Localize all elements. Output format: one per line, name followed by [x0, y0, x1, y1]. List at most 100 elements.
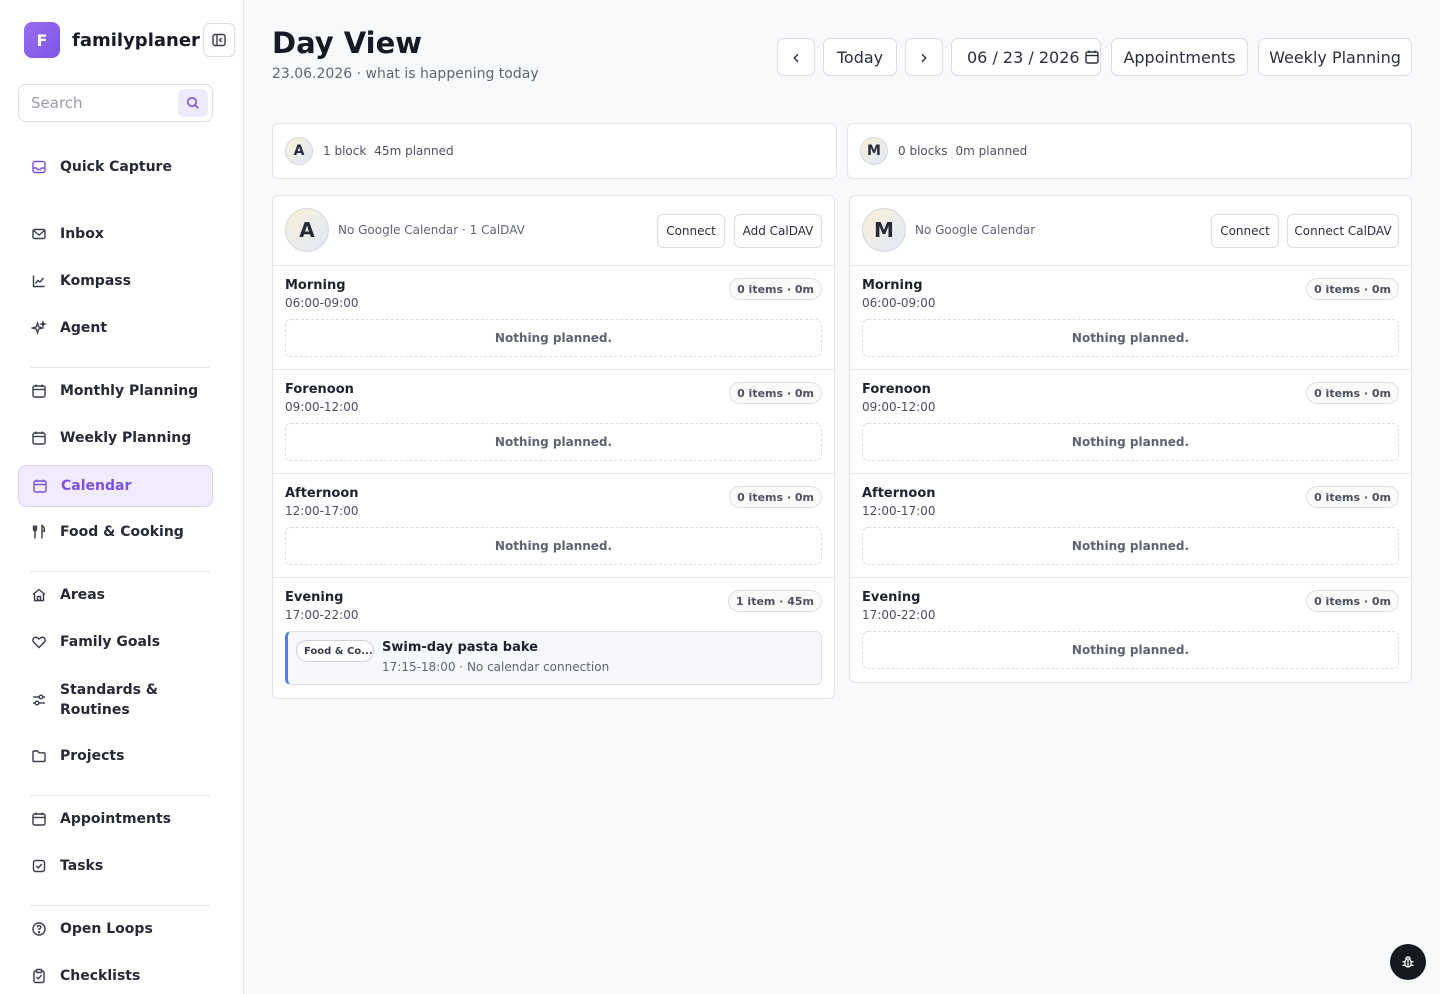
- date-picker[interactable]: 06 / 23 / 2026: [951, 38, 1101, 76]
- slot-time: 12:00-17:00: [285, 504, 359, 518]
- nav-calendar[interactable]: Calendar: [18, 465, 213, 507]
- slot-time: 09:00-12:00: [862, 400, 936, 414]
- question-circle-icon: [30, 920, 48, 938]
- connect-button[interactable]: Connect: [657, 214, 725, 248]
- sidebar-collapse-icon: [212, 33, 226, 47]
- nav-label: Appointments: [60, 811, 172, 827]
- slot-count-badge: 0 items · 0m: [729, 278, 822, 300]
- nav-kompass[interactable]: Kompass: [18, 260, 213, 302]
- time-slot-afternoon: Afternoon 12:00-17:00 0 items · 0m Nothi…: [273, 474, 834, 578]
- slot-count-badge: 0 items · 0m: [1306, 486, 1399, 508]
- column-header: A No Google Calendar · 1 CalDAV Connect …: [273, 196, 834, 266]
- slot-time: 17:00-22:00: [862, 608, 936, 622]
- person-summary-card: M 0 blocks 0m planned: [847, 123, 1412, 179]
- nav-tasks[interactable]: Tasks: [18, 845, 213, 887]
- heart-icon: [30, 633, 48, 651]
- slot-time: 09:00-12:00: [285, 400, 359, 414]
- empty-slot[interactable]: Nothing planned.: [862, 319, 1399, 357]
- time-slot-morning: Morning 06:00-09:00 0 items · 0m Nothing…: [273, 266, 834, 370]
- slot-count-badge: 0 items · 0m: [729, 486, 822, 508]
- search-input[interactable]: [19, 85, 177, 121]
- sidebar: F familyplaner Quick Capture Inbox Kompa…: [0, 0, 244, 994]
- connect-caldav-button[interactable]: Connect CalDAV: [1287, 214, 1399, 248]
- nav-agent[interactable]: Agent: [18, 307, 213, 349]
- nav-quick-capture[interactable]: Quick Capture: [18, 146, 213, 188]
- empty-slot[interactable]: Nothing planned.: [862, 527, 1399, 565]
- summary-stats: 0 blocks 0m planned: [898, 144, 1027, 158]
- nav-label: Monthly Planning: [60, 383, 199, 399]
- calendar-icon: [30, 382, 48, 400]
- avatar: M: [862, 208, 906, 252]
- avatar: A: [285, 208, 329, 252]
- empty-slot[interactable]: Nothing planned.: [862, 631, 1399, 669]
- connect-button[interactable]: Connect: [1211, 214, 1279, 248]
- nav-divider: [30, 905, 210, 906]
- event-card[interactable]: Food & Co... Swim-day pasta bake 17:15-1…: [285, 631, 822, 685]
- inbox-tray-icon: [30, 158, 48, 176]
- utensils-icon: [30, 523, 48, 541]
- nav-weekly-planning[interactable]: Weekly Planning: [18, 417, 213, 459]
- search-icon: [187, 97, 199, 109]
- nav-label: Inbox: [60, 226, 104, 242]
- nav-label: Quick Capture: [60, 159, 172, 175]
- appointments-button[interactable]: Appointments: [1111, 38, 1248, 76]
- time-slot-morning: Morning 06:00-09:00 0 items · 0m Nothing…: [850, 266, 1411, 370]
- slot-name: Afternoon: [285, 486, 359, 501]
- nav-label: Areas: [60, 587, 106, 603]
- summary-stats: 1 block 45m planned: [323, 144, 454, 158]
- nav-label: Weekly Planning: [60, 430, 192, 446]
- slot-count-badge: 0 items · 0m: [1306, 590, 1399, 612]
- nav-areas[interactable]: Areas: [18, 574, 213, 616]
- slot-count-badge: 0 items · 0m: [1306, 382, 1399, 404]
- slot-count-badge: 0 items · 0m: [1306, 278, 1399, 300]
- column-header: M No Google Calendar Connect Connect Cal…: [850, 196, 1411, 266]
- nav-checklists[interactable]: Checklists: [18, 955, 213, 994]
- nav-family-goals[interactable]: Family Goals: [18, 621, 213, 663]
- nav-projects[interactable]: Projects: [18, 735, 213, 777]
- calendar-icon: [1084, 50, 1099, 64]
- mail-icon: [30, 225, 48, 243]
- today-button[interactable]: Today: [823, 38, 897, 76]
- nav-appointments[interactable]: Appointments: [18, 798, 213, 840]
- weekly-planning-button[interactable]: Weekly Planning: [1258, 38, 1412, 76]
- empty-slot[interactable]: Nothing planned.: [862, 423, 1399, 461]
- chart-line-icon: [30, 272, 48, 290]
- empty-slot[interactable]: Nothing planned.: [285, 527, 822, 565]
- time-slot-evening: Evening 17:00-22:00 0 items · 0m Nothing…: [850, 578, 1411, 682]
- empty-slot[interactable]: Nothing planned.: [285, 423, 822, 461]
- person-summary-card: A 1 block 45m planned: [272, 123, 837, 179]
- slot-name: Evening: [285, 590, 344, 605]
- debug-button[interactable]: [1390, 944, 1426, 980]
- app-name: familyplaner: [72, 29, 200, 51]
- time-slot-forenoon: Forenoon 09:00-12:00 0 items · 0m Nothin…: [273, 370, 834, 474]
- event-category-tag: Food & Co...: [296, 640, 374, 662]
- brand[interactable]: F familyplaner: [24, 22, 200, 58]
- avatar: M: [860, 137, 888, 165]
- nav-standards-routines[interactable]: Standards & Routines: [18, 675, 213, 725]
- nav-food-cooking[interactable]: Food & Cooking: [18, 511, 213, 553]
- block-count: 1 block: [323, 144, 367, 158]
- event-meta: 17:15-18:00 · No calendar connection: [382, 660, 610, 674]
- nav-open-loops[interactable]: Open Loops: [18, 908, 213, 950]
- app-logo: F: [24, 22, 60, 58]
- calendar-icon: [31, 477, 49, 495]
- folder-icon: [30, 747, 48, 765]
- add-caldav-button[interactable]: Add CalDAV: [734, 214, 822, 248]
- slot-name: Morning: [862, 278, 923, 293]
- nav-monthly-planning[interactable]: Monthly Planning: [18, 370, 213, 412]
- nav-divider: [30, 795, 210, 796]
- search-button[interactable]: [178, 89, 208, 117]
- slot-count-badge: 1 item · 45m: [727, 590, 822, 612]
- calendar-icon: [30, 810, 48, 828]
- next-day-button[interactable]: ›: [905, 38, 943, 76]
- date-value: 06 / 23 / 2026: [967, 47, 1080, 67]
- calendar-status: No Google Calendar · 1 CalDAV: [338, 223, 525, 237]
- previous-day-button[interactable]: ‹: [777, 38, 815, 76]
- slot-name: Forenoon: [285, 382, 354, 397]
- collapse-sidebar-button[interactable]: [203, 23, 235, 57]
- block-count: 0 blocks: [898, 144, 948, 158]
- event-title: Swim-day pasta bake: [382, 640, 538, 655]
- empty-slot[interactable]: Nothing planned.: [285, 319, 822, 357]
- slot-name: Forenoon: [862, 382, 931, 397]
- nav-inbox[interactable]: Inbox: [18, 213, 213, 255]
